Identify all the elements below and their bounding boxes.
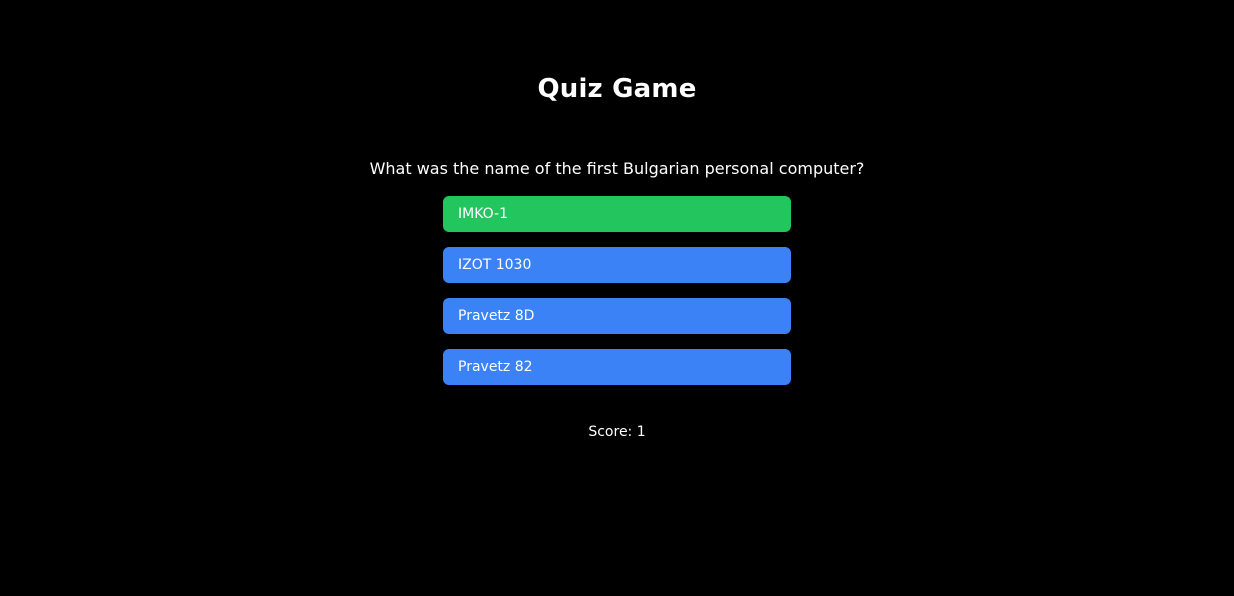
page-title: Quiz Game xyxy=(537,74,697,104)
answer-button-4[interactable]: Pravetz 82 xyxy=(443,349,791,385)
score-display: Score: 1 xyxy=(588,424,646,440)
question-text: What was the name of the first Bulgarian… xyxy=(369,159,865,178)
answer-button-2[interactable]: IZOT 1030 xyxy=(443,247,791,283)
answer-button-1[interactable]: IMKO-1 xyxy=(443,196,791,232)
quiz-game-page: Quiz Game What was the name of the first… xyxy=(0,0,1234,596)
answer-list: IMKO-1 IZOT 1030 Pravetz 8D Pravetz 82 xyxy=(443,196,791,385)
answer-button-3[interactable]: Pravetz 8D xyxy=(443,298,791,334)
